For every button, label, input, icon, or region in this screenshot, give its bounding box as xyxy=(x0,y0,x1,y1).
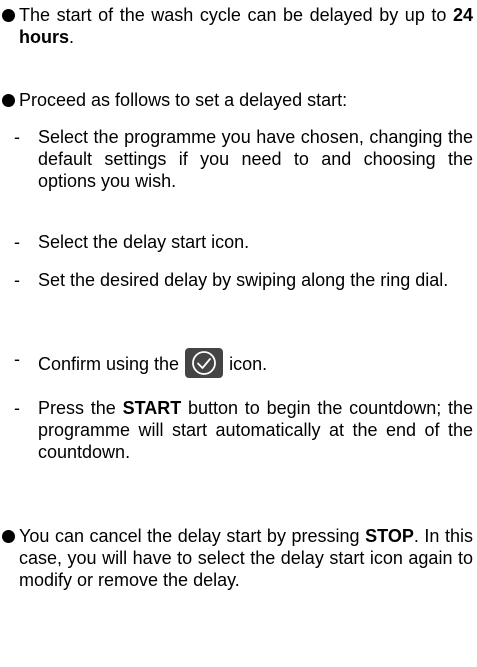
stop-button-label: STOP xyxy=(365,526,414,546)
dash-marker: - xyxy=(14,127,20,147)
step-confirm: - Confirm using the icon. xyxy=(14,348,473,378)
bullet-text: The start of the wash cycle can be delay… xyxy=(19,5,473,47)
confirm-check-icon xyxy=(185,348,224,378)
bullet-icon xyxy=(2,9,15,22)
start-button-label: START xyxy=(122,398,182,418)
dash-marker: - xyxy=(14,232,20,252)
instruction-document: The start of the wash cycle can be delay… xyxy=(0,0,477,667)
bullet-delay-limit: The start of the wash cycle can be delay… xyxy=(2,4,473,48)
step-text: Press the START button to begin the coun… xyxy=(38,398,473,462)
step-press-start: - Press the START button to begin the co… xyxy=(14,397,473,463)
dash-marker: - xyxy=(14,270,20,290)
dash-marker: - xyxy=(14,349,20,369)
bullet-cancel: You can cancel the delay start by pressi… xyxy=(2,525,473,591)
dash-marker: - xyxy=(14,398,20,418)
step-set-delay: - Set the desired delay by swiping along… xyxy=(14,269,473,291)
step-select-programme: - Select the programme you have chosen, … xyxy=(14,126,473,192)
bullet-text: You can cancel the delay start by pressi… xyxy=(19,526,474,590)
step-select-delay-icon: - Select the delay start icon. xyxy=(14,231,473,253)
step-text: Set the desired delay by swiping along t… xyxy=(38,270,449,290)
bullet-proceed: Proceed as follows to set a delayed star… xyxy=(2,89,473,111)
bullet-text: Proceed as follows to set a delayed star… xyxy=(19,90,348,110)
step-text: Select the programme you have chosen, ch… xyxy=(38,127,473,191)
bullet-icon xyxy=(2,94,15,107)
step-text: Select the delay start icon. xyxy=(38,232,250,252)
bullet-icon xyxy=(2,530,15,543)
step-text: Confirm using the icon. xyxy=(38,348,473,378)
